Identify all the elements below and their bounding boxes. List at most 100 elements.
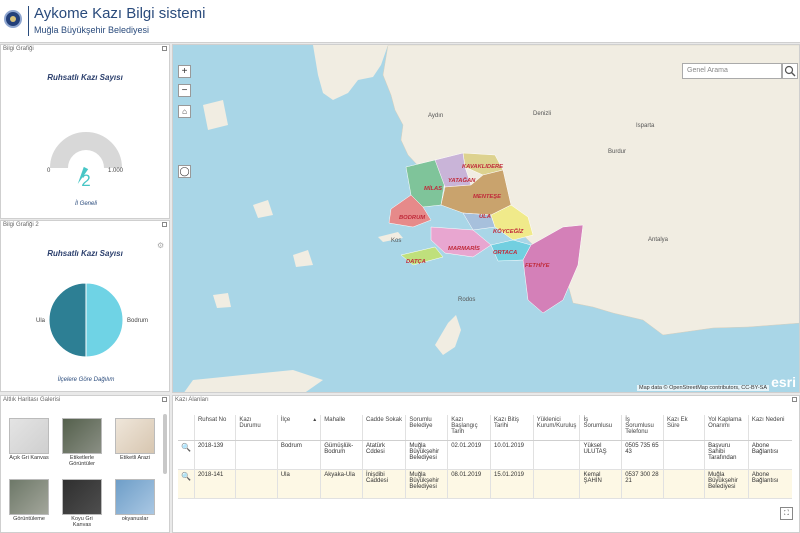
- pie-chart: Ula Bodrum: [36, 282, 148, 358]
- table-header[interactable]: Yüklenici Kurum/Kuruluş: [533, 415, 581, 441]
- table-header[interactable]: Kazı Ek Süre: [663, 415, 706, 441]
- basemap-label: Etiketlerle Görüntüler: [69, 455, 95, 467]
- table-header[interactable]: Kazı Durumu: [235, 415, 278, 441]
- table-row[interactable]: 🔍 2018-139 Bodrum Gümüşlük-Bodrum Atatür…: [178, 440, 792, 469]
- table-header-row: Ruhsat No Kazı Durumu İlçe ▲ Mahalle Cadd…: [178, 415, 792, 441]
- basemap-light-gray[interactable]: Açık Gri Kanvas: [9, 418, 49, 461]
- fullscreen-button[interactable]: ⛶: [780, 507, 793, 520]
- pie-footer: İlçelere Göre Dağılım: [57, 377, 115, 383]
- district-label-milas: MİLAS: [424, 185, 442, 192]
- header-divider: [28, 6, 29, 36]
- table-row[interactable]: 🔍 2018-141 Ula Akyaka-Ula İnişdibi Cadde…: [178, 469, 792, 498]
- zoom-to-icon: 🔍: [181, 471, 191, 481]
- basemap-thumb: [9, 418, 49, 454]
- island-1: [203, 100, 228, 130]
- district-label-ula: ULA: [479, 214, 491, 220]
- district-label-marmaris: MARMARİS: [448, 245, 480, 252]
- basemap-imagery[interactable]: Görüntüleme: [9, 479, 49, 522]
- basemap-label: Görüntüleme: [13, 516, 45, 522]
- search-button[interactable]: [782, 63, 798, 79]
- gauge-panel: Bilgi Grafiği Ruhsatlı Kazı Sayısı 0 1.0…: [0, 44, 170, 219]
- basemap-thumb: [9, 479, 49, 515]
- gauge-footer: İl Geneli: [74, 201, 97, 207]
- app-header: Aykome Kazı Bilgi sistemi Muğla Büyükşeh…: [0, 0, 800, 43]
- table-header[interactable]: Cadde Sokak: [362, 415, 407, 441]
- table-cell: Atatürk Cddesi: [362, 440, 407, 469]
- pie-label-bodrum: Bodrum: [127, 318, 148, 324]
- basemap-label: okyanuslar: [121, 516, 149, 522]
- pie-label-ula: Ula: [36, 318, 46, 324]
- city-label-aydin: Aydın: [428, 113, 443, 119]
- basemap-label: Açık Gri Kanvas: [9, 455, 49, 461]
- table-header[interactable]: İş Sorumlusu: [579, 415, 623, 441]
- table-cell: 0505 735 65 43: [621, 440, 664, 469]
- district-label-fethiye: FETHİYE: [525, 262, 551, 269]
- excavation-table: Ruhsat No Kazı Durumu İlçe ▲ Mahalle Cadd…: [178, 415, 792, 499]
- island-crete: [184, 370, 323, 392]
- zoom-to-row-button[interactable]: 🔍: [178, 440, 195, 469]
- pie-slice-bodrum[interactable]: [85, 282, 124, 358]
- maximize-icon[interactable]: [792, 397, 797, 402]
- table-cell: 02.01.2019: [447, 440, 491, 469]
- gauge-chart-title: Ruhsatlı Kazı Sayısı: [47, 73, 123, 82]
- district-label-kavaklidere: KAVAKLIDERE: [462, 164, 504, 170]
- municipality-logo-icon: [4, 10, 22, 28]
- table-cell: İnişdibi Caddesi: [362, 469, 407, 498]
- locate-button[interactable]: ◯: [178, 165, 191, 178]
- map-panel[interactable]: KAVAKLIDERE YATAĞAN MİLAS MENTEŞE BODRUM…: [172, 44, 800, 393]
- basemap-oceans[interactable]: okyanuslar: [115, 479, 155, 522]
- maximize-icon[interactable]: [162, 222, 167, 227]
- table-header[interactable]: Kazı Başlangıç Tarih: [447, 415, 491, 441]
- zoom-in-button[interactable]: +: [178, 65, 191, 78]
- pie-slice-ula[interactable]: [48, 282, 87, 358]
- table-cell: Abone Bağlantısı: [751, 471, 779, 484]
- city-label-denizli: Denizli: [533, 111, 551, 117]
- island-2: [253, 200, 273, 218]
- table-cell: [235, 440, 278, 469]
- zoom-to-row-button[interactable]: 🔍: [178, 469, 195, 498]
- app-subtitle: Muğla Büyükşehir Belediyesi: [34, 25, 150, 35]
- maximize-icon[interactable]: [162, 397, 167, 402]
- table-header[interactable]: Sorumlu Belediye: [405, 415, 449, 441]
- table-header[interactable]: Mahalle: [320, 415, 363, 441]
- table-cell: Muğla Büyükşehir Belediyesi: [405, 469, 449, 498]
- city-label-kos: Kos: [391, 238, 401, 244]
- gallery-scrollbar[interactable]: [163, 414, 167, 474]
- table-cell: 15.01.2019: [490, 469, 534, 498]
- basemap-dark-gray[interactable]: Koyu Gri Kanvas: [62, 479, 102, 528]
- table-cell: Yüksel ULUTAŞ: [579, 440, 623, 469]
- basemap-imagery-labels[interactable]: Etiketlerle Görüntüler: [62, 418, 102, 467]
- table-cell: Abone Bağlantısı: [751, 442, 779, 455]
- sort-ascending-icon: ▲: [312, 417, 318, 423]
- basemap-label: Koyu Gri Kanvas: [71, 516, 93, 528]
- table-cell: Muğla Büyükşehir Belediyesi: [704, 469, 749, 498]
- table-header[interactable]: Yol Kaplama Onarımı: [704, 415, 749, 441]
- table-cell: Gümüşlük-Bodrum: [320, 440, 363, 469]
- search-input[interactable]: Genel Arama: [682, 63, 782, 79]
- district-label-koycegiz: KÖYCEĞİZ: [493, 227, 524, 235]
- gauge-chart: [50, 132, 122, 184]
- zoom-to-icon: 🔍: [181, 442, 191, 452]
- city-label-antalya: Antalya: [648, 237, 669, 243]
- table-header[interactable]: İş Sorumlusu Telefonu: [621, 415, 664, 441]
- basemap-gallery-panel: Altlık Haritası Galerisi Açık Gri Kanvas…: [0, 395, 170, 533]
- table-header[interactable]: Kazı Nedeni: [748, 415, 792, 441]
- basemap-thumb: [115, 479, 155, 515]
- basemap-terrain-labels[interactable]: Etiketli Arazi: [115, 418, 155, 461]
- table-cell: 10.01.2019: [490, 440, 534, 469]
- home-button[interactable]: ⌂: [178, 105, 191, 118]
- maximize-icon[interactable]: [162, 46, 167, 51]
- table-cell: Bodrum: [277, 440, 322, 469]
- zoom-out-button[interactable]: −: [178, 84, 191, 97]
- table-header[interactable]: Ruhsat No: [194, 415, 237, 441]
- basemap-thumb: [115, 418, 155, 454]
- table-cell: [533, 469, 581, 498]
- app-title: Aykome Kazı Bilgi sistemi: [34, 5, 206, 22]
- table-header-ilce[interactable]: İlçe ▲: [277, 415, 322, 441]
- table-cell: 2018-141: [194, 469, 237, 498]
- basemap-label: Etiketli Arazi: [120, 455, 150, 461]
- map-canvas[interactable]: KAVAKLIDERE YATAĞAN MİLAS MENTEŞE BODRUM…: [173, 45, 800, 393]
- land-west-coast: [313, 45, 388, 100]
- city-label-isparta: Isparta: [636, 123, 655, 129]
- table-header[interactable]: Kazı Bitiş Tarihi: [490, 415, 534, 441]
